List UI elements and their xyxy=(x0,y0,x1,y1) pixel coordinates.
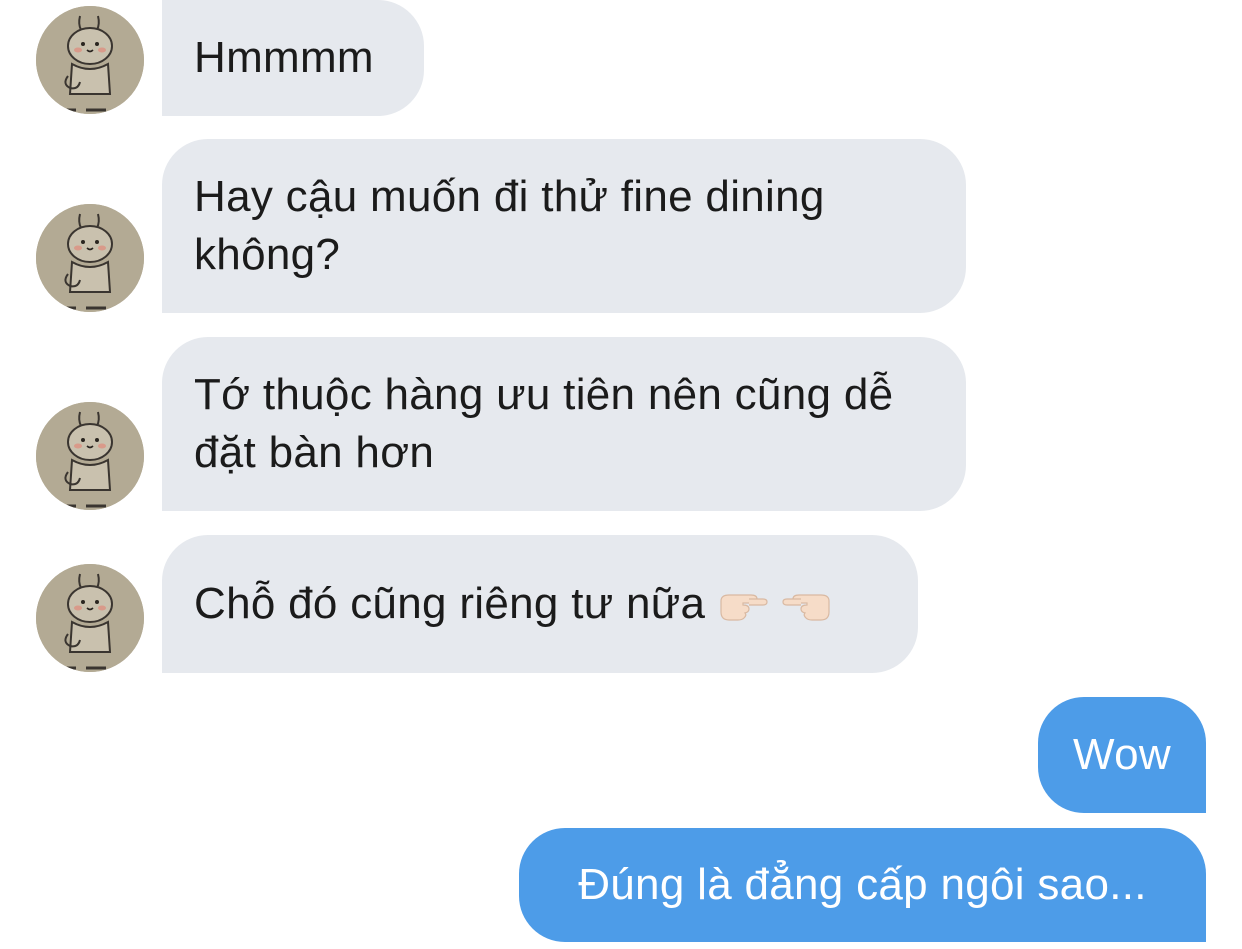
message-bubble-incoming[interactable]: Chỗ đó cũng riêng tư nữa xyxy=(162,535,918,673)
message-text: Chỗ đó cũng riêng tư nữa xyxy=(194,579,706,628)
message-bubble-incoming[interactable]: Tớ thuộc hàng ưu tiên nên cũng dễ đặt bà… xyxy=(162,337,966,511)
bunny-avatar-icon xyxy=(36,6,144,114)
contact-avatar[interactable] xyxy=(36,564,144,672)
message-bubble-incoming[interactable]: Hay cậu muốn đi thử fine dining không? xyxy=(162,139,966,313)
message-bubble-incoming[interactable]: Hmmmm xyxy=(162,0,424,116)
message-text: Wow xyxy=(1073,730,1171,779)
message-text: Hmmmm xyxy=(194,33,374,82)
message-text: Tớ thuộc hàng ưu tiên nên cũng dễ đặt bà… xyxy=(194,370,894,477)
pointing-right-emoji xyxy=(717,587,769,621)
message-text: Đúng là đẳng cấp ngôi sao... xyxy=(578,860,1147,909)
bunny-avatar-icon xyxy=(36,564,144,672)
message-bubble-outgoing[interactable]: Đúng là đẳng cấp ngôi sao... xyxy=(519,828,1206,942)
bunny-avatar-icon xyxy=(36,204,144,312)
message-text: Hay cậu muốn đi thử fine dining không? xyxy=(194,172,825,279)
bunny-avatar-icon xyxy=(36,402,144,510)
contact-avatar[interactable] xyxy=(36,204,144,312)
chat-thread: Hmmmm Hay cậu muốn đi thử fine dining kh… xyxy=(0,0,1242,949)
contact-avatar[interactable] xyxy=(36,6,144,114)
pointing-left-emoji xyxy=(781,587,833,621)
message-bubble-outgoing[interactable]: Wow xyxy=(1038,697,1206,813)
contact-avatar[interactable] xyxy=(36,402,144,510)
